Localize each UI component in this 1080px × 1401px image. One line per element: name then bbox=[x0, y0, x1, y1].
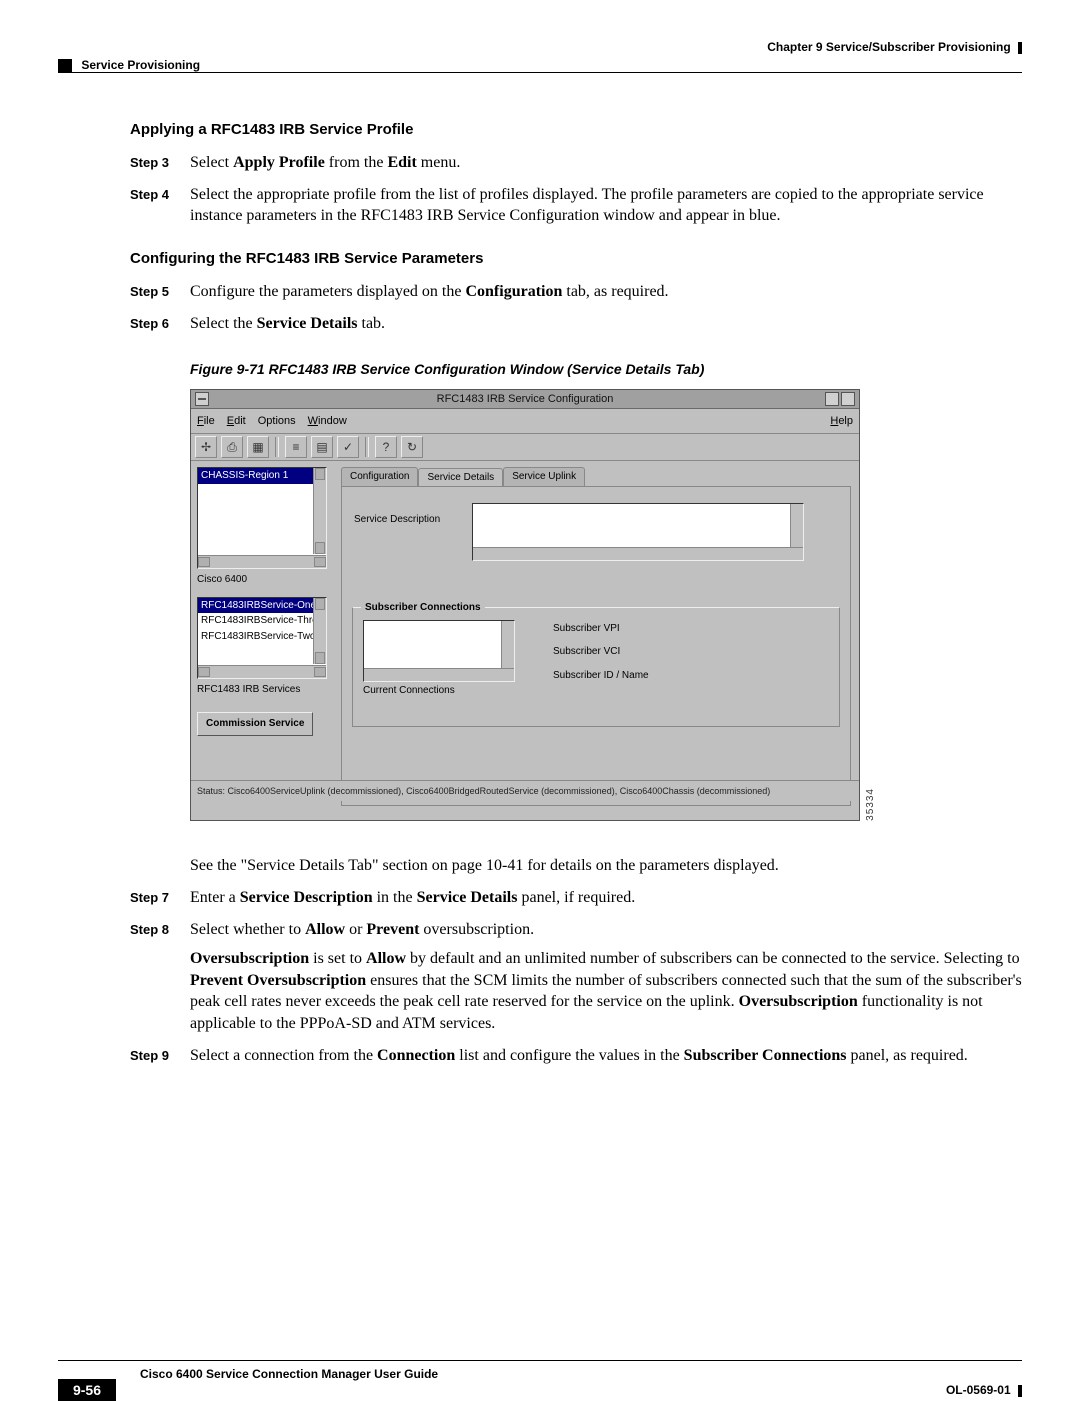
list-item[interactable]: RFC1483IRBService-Three bbox=[198, 613, 326, 629]
chassis-caption: Cisco 6400 bbox=[197, 573, 327, 587]
step-body: Select a connection from the Connection … bbox=[190, 1045, 1022, 1067]
figure-caption: Figure 9-71 RFC1483 IRB Service Configur… bbox=[190, 360, 1022, 379]
window-title: RFC1483 IRB Service Configuration bbox=[191, 392, 859, 407]
scrollbar-horizontal[interactable] bbox=[364, 668, 514, 681]
maximize-icon[interactable] bbox=[841, 392, 855, 406]
service-description-label: Service Description bbox=[354, 513, 440, 527]
step-9: Step 9 Select a connection from the Conn… bbox=[130, 1045, 1022, 1067]
step-body: Select the Service Details tab. bbox=[190, 313, 1022, 335]
subscriber-labels: Subscriber VPI Subscriber VCI Subscriber… bbox=[553, 622, 649, 693]
service-description-input[interactable] bbox=[472, 503, 804, 561]
scrollbar-horizontal[interactable] bbox=[473, 547, 803, 560]
toolbar-separator bbox=[275, 437, 279, 457]
header-bar-icon bbox=[1018, 42, 1022, 54]
status-bar: Status: Cisco6400ServiceUplink (decommis… bbox=[191, 780, 859, 801]
toolbar-btn-1[interactable]: ✢ bbox=[195, 436, 217, 458]
after-figure-text: See the "Service Details Tab" section on… bbox=[190, 855, 1022, 877]
footer-doc-id: OL-0569-01 bbox=[946, 1383, 1022, 1397]
step-label: Step 8 bbox=[130, 919, 190, 1035]
step-body: Select Apply Profile from the Edit menu. bbox=[190, 152, 1022, 174]
content: Applying a RFC1483 IRB Service Profile S… bbox=[130, 120, 1022, 1076]
menu-edit[interactable]: Edit bbox=[227, 414, 246, 429]
menu-options[interactable]: Options bbox=[258, 414, 296, 429]
toolbar-help-icon[interactable]: ? bbox=[375, 436, 397, 458]
commission-service-button[interactable]: Commission Service bbox=[197, 712, 313, 736]
scrollbar-vertical[interactable] bbox=[501, 621, 514, 669]
toolbar-check-icon[interactable]: ✓ bbox=[337, 436, 359, 458]
workarea: CHASSIS-Region 1 Cisco 6400 RFC1483IRBSe… bbox=[191, 461, 859, 801]
subscriber-connections-group: Subscriber Connections Current Connectio… bbox=[352, 607, 840, 727]
tab-pane: Service Description Subscriber Connectio… bbox=[341, 486, 851, 806]
header-section-text: Service Provisioning bbox=[81, 58, 200, 72]
title-bar[interactable]: RFC1483 IRB Service Configuration bbox=[191, 390, 859, 409]
right-panel: Configuration Service Details Service Up… bbox=[341, 467, 851, 806]
tabs: Configuration Service Details Service Up… bbox=[341, 467, 851, 486]
group-legend: Subscriber Connections bbox=[361, 601, 485, 615]
step-5: Step 5 Configure the parameters displaye… bbox=[130, 281, 1022, 303]
left-panel: CHASSIS-Region 1 Cisco 6400 RFC1483IRBSe… bbox=[197, 467, 327, 736]
figure-number: 35334 bbox=[864, 788, 878, 821]
minimize-icon[interactable] bbox=[825, 392, 839, 406]
menu-file[interactable]: File bbox=[197, 414, 215, 429]
services-caption: RFC1483 IRB Services bbox=[197, 683, 327, 697]
scrollbar-vertical[interactable] bbox=[313, 468, 326, 554]
window-buttons bbox=[825, 392, 855, 406]
subscriber-id-label: Subscriber ID / Name bbox=[553, 669, 649, 683]
toolbar-btn-5[interactable]: ▤ bbox=[311, 436, 333, 458]
step-6: Step 6 Select the Service Details tab. bbox=[130, 313, 1022, 335]
step-label: Step 4 bbox=[130, 184, 190, 227]
figure-window: 35334 RFC1483 IRB Service Configuration … bbox=[190, 389, 860, 821]
menu-window[interactable]: Window bbox=[308, 414, 347, 429]
step-4: Step 4 Select the appropriate profile fr… bbox=[130, 184, 1022, 227]
footer-bar-icon bbox=[1018, 1385, 1022, 1397]
toolbar-refresh-icon[interactable]: ↻ bbox=[401, 436, 423, 458]
scrollbar-vertical[interactable] bbox=[313, 598, 326, 664]
step-label: Step 6 bbox=[130, 313, 190, 335]
tab-configuration[interactable]: Configuration bbox=[341, 467, 418, 486]
step-3: Step 3 Select Apply Profile from the Edi… bbox=[130, 152, 1022, 174]
services-list[interactable]: RFC1483IRBService-One RFC1483IRBService-… bbox=[197, 597, 327, 679]
list-item[interactable]: RFC1483IRBService-One bbox=[198, 598, 326, 614]
scrollbar-vertical[interactable] bbox=[790, 504, 803, 548]
step-7: Step 7 Enter a Service Description in th… bbox=[130, 887, 1022, 909]
header-rule bbox=[58, 72, 1022, 73]
header-chapter-text: Chapter 9 Service/Subscriber Provisionin… bbox=[767, 40, 1010, 54]
toolbar-separator bbox=[365, 437, 369, 457]
header-square-icon bbox=[58, 59, 72, 73]
subscriber-vpi-label: Subscriber VPI bbox=[553, 622, 649, 636]
footer: Cisco 6400 Service Connection Manager Us… bbox=[58, 1360, 1022, 1361]
tab-service-details[interactable]: Service Details bbox=[418, 468, 503, 487]
step-label: Step 9 bbox=[130, 1045, 190, 1067]
page-number: 9-56 bbox=[58, 1379, 116, 1401]
footer-title: Cisco 6400 Service Connection Manager Us… bbox=[140, 1367, 438, 1381]
current-connections-list[interactable] bbox=[363, 620, 515, 682]
toolbar-list-icon[interactable]: ≡ bbox=[285, 436, 307, 458]
toolbar-btn-3[interactable]: ▦ bbox=[247, 436, 269, 458]
step-label: Step 3 bbox=[130, 152, 190, 174]
page: Chapter 9 Service/Subscriber Provisionin… bbox=[0, 0, 1080, 1397]
header-chapter: Chapter 9 Service/Subscriber Provisionin… bbox=[767, 40, 1022, 54]
tab-service-uplink[interactable]: Service Uplink bbox=[503, 467, 585, 486]
menubar: File Edit Options Window Help bbox=[191, 409, 859, 434]
header-section: Service Provisioning bbox=[58, 58, 200, 73]
heading-applying: Applying a RFC1483 IRB Service Profile bbox=[130, 120, 1022, 140]
subscriber-vci-label: Subscriber VCI bbox=[553, 645, 649, 659]
chassis-list[interactable]: CHASSIS-Region 1 bbox=[197, 467, 327, 569]
list-item[interactable]: RFC1483IRBService-Two bbox=[198, 629, 326, 645]
heading-configuring: Configuring the RFC1483 IRB Service Para… bbox=[130, 249, 1022, 269]
list-item[interactable]: CHASSIS-Region 1 bbox=[198, 468, 326, 484]
step-label: Step 7 bbox=[130, 887, 190, 909]
step-body: Select the appropriate profile from the … bbox=[190, 184, 1022, 227]
step-8: Step 8 Select whether to Allow or Preven… bbox=[130, 919, 1022, 1035]
step-body: Select whether to Allow or Prevent overs… bbox=[190, 919, 1022, 1035]
scrollbar-horizontal[interactable] bbox=[198, 555, 326, 568]
menu-help[interactable]: Help bbox=[830, 414, 853, 429]
step-body: Configure the parameters displayed on th… bbox=[190, 281, 1022, 303]
toolbar: ✢ ⎙ ▦ ≡ ▤ ✓ ? ↻ bbox=[191, 434, 859, 461]
toolbar-print-icon[interactable]: ⎙ bbox=[221, 436, 243, 458]
step-label: Step 5 bbox=[130, 281, 190, 303]
scrollbar-horizontal[interactable] bbox=[198, 665, 326, 678]
current-connections-caption: Current Connections bbox=[363, 684, 455, 698]
step-body: Enter a Service Description in the Servi… bbox=[190, 887, 1022, 909]
